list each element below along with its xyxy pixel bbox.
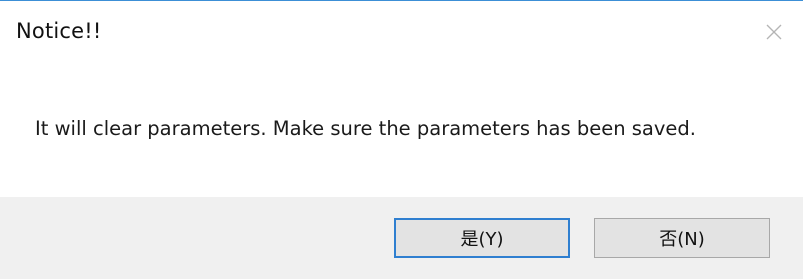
close-button[interactable] <box>759 17 789 47</box>
button-bar: 是(Y) 否(N) <box>0 197 803 279</box>
close-icon <box>766 24 782 40</box>
no-button[interactable]: 否(N) <box>594 218 770 258</box>
yes-button[interactable]: 是(Y) <box>394 218 570 258</box>
dialog-title: Notice!! <box>16 19 102 43</box>
message-area: It will clear parameters. Make sure the … <box>0 61 803 161</box>
dialog-message: It will clear parameters. Make sure the … <box>35 117 696 140</box>
notice-dialog: Notice!! It will clear parameters. Make … <box>0 0 803 279</box>
title-bar: Notice!! <box>0 1 803 61</box>
